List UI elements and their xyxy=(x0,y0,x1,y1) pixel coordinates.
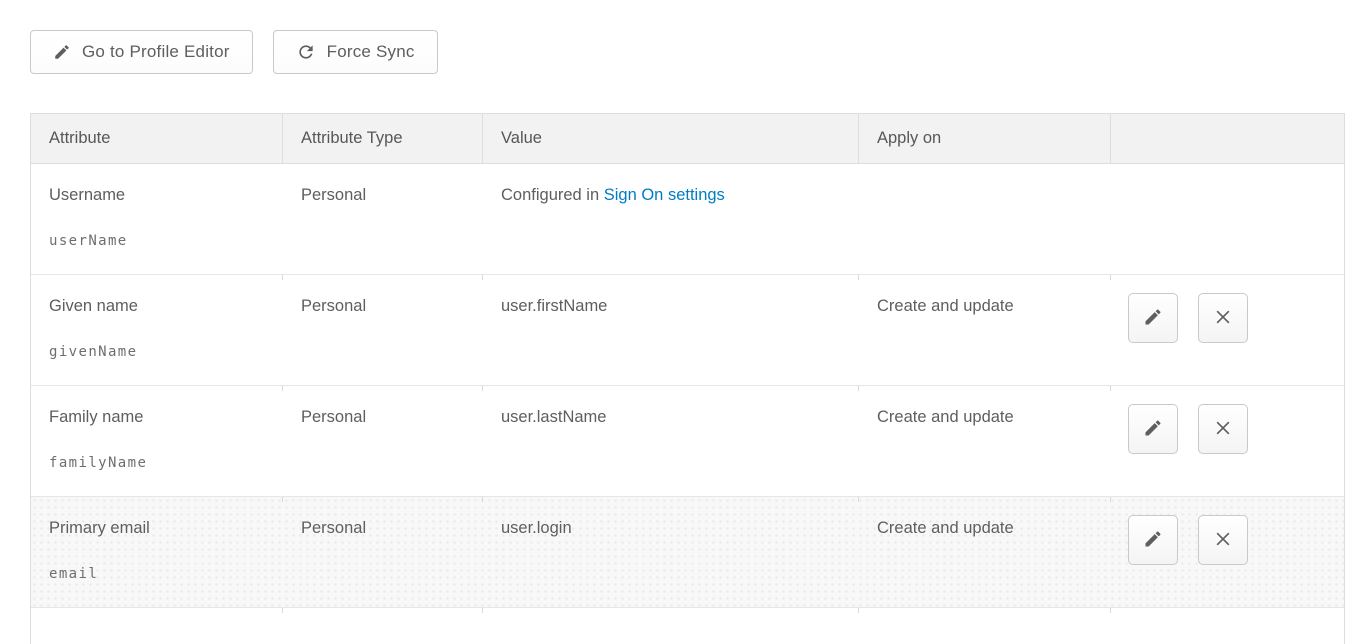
attribute-variable-name: userName xyxy=(49,231,265,252)
table-row: Family name familyName Personal user.las… xyxy=(31,386,1344,497)
pencil-icon xyxy=(1143,529,1163,552)
table-row: Username userName Personal Configured in… xyxy=(31,164,1344,275)
force-sync-button[interactable]: Force Sync xyxy=(273,30,438,74)
attribute-mappings-table: Attribute Attribute Type Value Apply on … xyxy=(30,113,1345,644)
attribute-label: Primary email xyxy=(49,518,265,539)
attribute-variable-name: email xyxy=(49,564,265,585)
actions-cell xyxy=(1111,164,1344,274)
header-actions xyxy=(1111,114,1344,163)
header-apply-on: Apply on xyxy=(859,114,1111,163)
delete-attribute-button[interactable] xyxy=(1198,404,1248,454)
edit-attribute-button[interactable] xyxy=(1128,515,1178,565)
attribute-cell: Username userName xyxy=(31,164,283,274)
delete-attribute-button[interactable] xyxy=(1198,293,1248,343)
value-cell: user.firstName xyxy=(483,275,859,385)
header-attribute: Attribute xyxy=(31,114,283,163)
value-cell: Configured in Sign On settings xyxy=(483,164,859,274)
attribute-variable-name: givenName xyxy=(49,342,265,363)
actions-cell xyxy=(1111,275,1344,385)
apply-on-cell: Create and update xyxy=(859,386,1111,496)
attribute-label: Given name xyxy=(49,296,265,317)
sign-on-settings-link[interactable]: Sign On settings xyxy=(604,186,725,204)
attribute-label: Username xyxy=(49,185,265,206)
attribute-type-cell: Personal xyxy=(283,164,483,274)
apply-on-cell: Create and update xyxy=(859,497,1111,607)
attribute-cell: Given name givenName xyxy=(31,275,283,385)
actions-cell xyxy=(1111,386,1344,496)
edit-attribute-button[interactable] xyxy=(1128,404,1178,454)
force-sync-label: Force Sync xyxy=(327,42,415,62)
close-icon xyxy=(1213,529,1233,552)
go-to-profile-editor-button[interactable]: Go to Profile Editor xyxy=(30,30,253,74)
edit-attribute-button[interactable] xyxy=(1128,293,1178,343)
actions-cell xyxy=(1111,497,1344,607)
pencil-icon xyxy=(53,43,71,61)
table-row: Given name givenName Personal user.first… xyxy=(31,275,1344,386)
attribute-label: Family name xyxy=(49,407,265,428)
attribute-type-cell: Personal xyxy=(283,386,483,496)
table-row: Primary email email Personal user.login … xyxy=(31,497,1344,608)
header-attribute-type: Attribute Type xyxy=(283,114,483,163)
table-row xyxy=(31,608,1344,644)
pencil-icon xyxy=(1143,307,1163,330)
apply-on-cell xyxy=(859,164,1111,274)
go-to-profile-editor-label: Go to Profile Editor xyxy=(82,42,230,62)
delete-attribute-button[interactable] xyxy=(1198,515,1248,565)
attribute-type-cell: Personal xyxy=(283,497,483,607)
value-cell: user.lastName xyxy=(483,386,859,496)
pencil-icon xyxy=(1143,418,1163,441)
attribute-variable-name: familyName xyxy=(49,453,265,474)
table-header-row: Attribute Attribute Type Value Apply on xyxy=(31,114,1344,164)
toolbar: Go to Profile Editor Force Sync xyxy=(0,0,1370,74)
attribute-cell: Family name familyName xyxy=(31,386,283,496)
attribute-type-cell: Personal xyxy=(283,275,483,385)
value-cell: user.login xyxy=(483,497,859,607)
apply-on-cell: Create and update xyxy=(859,275,1111,385)
header-value: Value xyxy=(483,114,859,163)
refresh-icon xyxy=(296,42,316,62)
attribute-cell: Primary email email xyxy=(31,497,283,607)
close-icon xyxy=(1213,307,1233,330)
value-text: Configured in xyxy=(501,186,604,204)
close-icon xyxy=(1213,418,1233,441)
